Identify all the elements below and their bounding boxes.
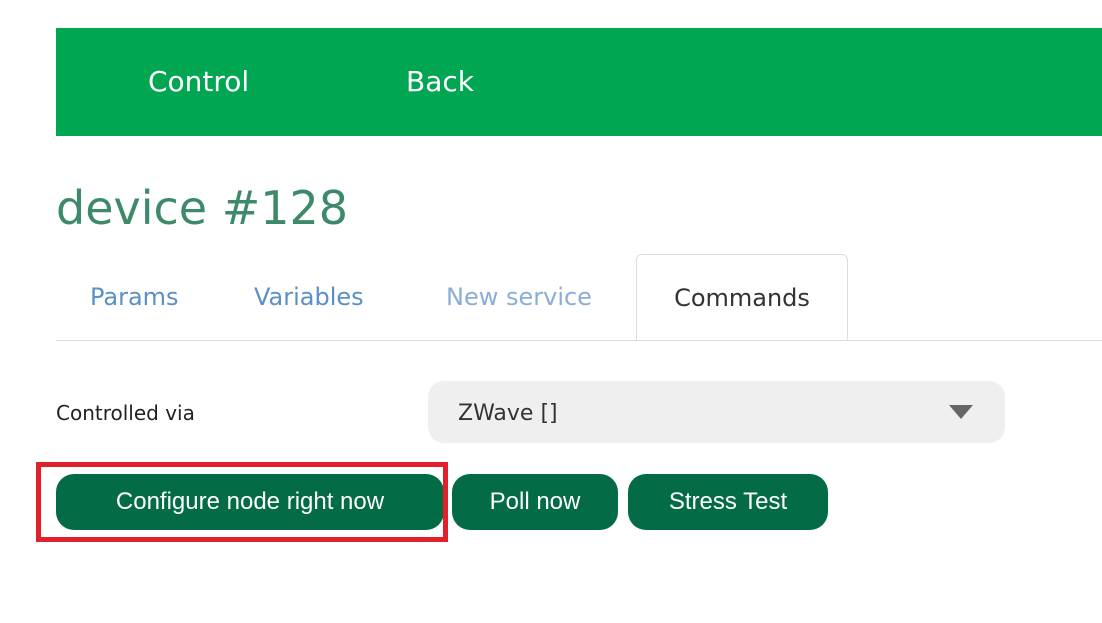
controlled-via-select[interactable]: ZWave [] [428, 381, 1005, 443]
chevron-down-icon [949, 405, 973, 419]
tab-new-service[interactable]: New service [446, 254, 592, 340]
tab-params[interactable]: Params [90, 254, 179, 340]
top-navigation-bar: Control Back [56, 28, 1102, 136]
poll-now-button[interactable]: Poll now [452, 474, 618, 530]
stress-test-button[interactable]: Stress Test [628, 474, 828, 530]
controlled-via-selected-value: ZWave [] [458, 401, 558, 426]
device-page: Control Back device #128 Params Variable… [0, 0, 1102, 623]
configure-node-button[interactable]: Configure node right now [56, 474, 444, 530]
tab-variables[interactable]: Variables [254, 254, 364, 340]
nav-control-link[interactable]: Control [148, 28, 249, 136]
tab-bar: Params Variables New service Commands [56, 254, 1102, 341]
nav-back-link[interactable]: Back [406, 28, 474, 136]
tab-commands[interactable]: Commands [636, 254, 848, 340]
controlled-via-label: Controlled via [56, 401, 195, 425]
page-title: device #128 [56, 181, 349, 235]
